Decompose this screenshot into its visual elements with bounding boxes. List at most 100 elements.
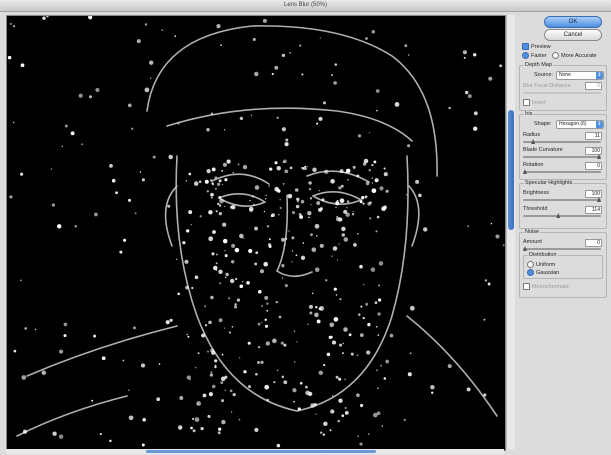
uniform-radio[interactable]: Uniform xyxy=(527,261,555,268)
highlight-speck xyxy=(223,129,226,131)
preview-checkbox[interactable]: Preview xyxy=(522,43,551,50)
preview-canvas[interactable] xyxy=(6,15,506,451)
highlight-speck xyxy=(300,199,305,204)
blade-curvature-field[interactable]: 100 xyxy=(585,147,602,155)
highlight-speck xyxy=(333,317,339,322)
shape-select[interactable]: Hexagon (6) ⇕ xyxy=(556,120,604,129)
highlight-speck xyxy=(21,375,27,380)
highlight-speck xyxy=(369,217,372,220)
highlight-speck xyxy=(223,327,225,329)
left-brow xyxy=(211,173,270,185)
highlight-speck xyxy=(215,262,218,265)
blade-curvature-slider[interactable] xyxy=(523,154,601,159)
radius-slider-knob[interactable] xyxy=(531,139,536,144)
highlight-speck xyxy=(200,427,204,431)
highlight-speck xyxy=(357,435,359,437)
highlight-speck xyxy=(276,443,281,448)
highlight-speck xyxy=(210,371,213,374)
highlight-speck xyxy=(281,375,285,379)
highlight-speck xyxy=(276,369,279,372)
amount-slider[interactable] xyxy=(523,246,601,251)
more-accurate-radio[interactable]: More Accurate xyxy=(552,52,597,59)
highlight-speck xyxy=(336,199,339,202)
highlight-speck xyxy=(319,306,324,311)
highlight-speck xyxy=(362,202,365,205)
ok-button[interactable]: OK xyxy=(544,16,602,28)
source-select[interactable]: None ⇕ xyxy=(556,71,604,80)
highlight-speck xyxy=(344,406,347,410)
highlight-speck xyxy=(161,29,164,31)
highlight-speck xyxy=(204,305,207,308)
highlight-speck xyxy=(488,76,493,81)
highlight-speck xyxy=(288,230,290,232)
highlight-speck xyxy=(335,206,337,209)
highlight-speck xyxy=(213,265,218,271)
highlight-speck xyxy=(194,275,199,280)
highlight-speck xyxy=(356,354,359,357)
amount-field[interactable]: 0 xyxy=(585,239,602,247)
highlight-speck xyxy=(335,375,339,379)
blur-focal-distance-slider[interactable] xyxy=(523,92,601,94)
rotation-slider-knob[interactable] xyxy=(523,169,527,174)
highlight-speck xyxy=(339,169,344,174)
highlight-speck xyxy=(140,363,146,368)
highlight-speck xyxy=(314,312,319,318)
highlight-speck xyxy=(255,251,259,255)
highlight-speck xyxy=(309,304,313,309)
threshold-slider[interactable] xyxy=(523,213,601,218)
threshold-slider-knob[interactable] xyxy=(556,213,561,218)
highlight-speck xyxy=(366,350,371,355)
highlight-speck xyxy=(483,393,487,397)
highlight-speck xyxy=(264,295,269,300)
brightness-slider[interactable] xyxy=(523,197,601,202)
highlight-speck xyxy=(167,204,171,208)
monochromatic-checkbox[interactable]: Monochromatic xyxy=(523,283,570,290)
highlight-speck xyxy=(257,361,260,364)
highlight-speck xyxy=(287,193,293,199)
highlight-speck xyxy=(297,407,301,411)
highlight-speck xyxy=(374,301,378,305)
invert-checkbox[interactable]: Invert xyxy=(523,99,546,106)
highlight-speck xyxy=(314,223,320,229)
highlight-speck xyxy=(230,278,235,284)
highlight-speck xyxy=(7,55,12,60)
highlight-speck xyxy=(208,236,214,242)
highlight-speck xyxy=(499,64,503,68)
amount-slider-knob[interactable] xyxy=(523,246,527,251)
highlight-speck xyxy=(305,385,308,389)
blur-focal-distance-field[interactable]: 0 xyxy=(585,82,602,90)
highlight-speck xyxy=(254,71,259,77)
noise-group: Noise Amount 0 Distribution Uniform Gaus… xyxy=(519,229,607,298)
radius-field[interactable]: 11 xyxy=(585,132,602,140)
highlight-speck xyxy=(277,189,281,193)
highlight-speck xyxy=(375,230,378,233)
lens-blur-dialog: Lens Blur (50%) OK Cancel Preview Faster… xyxy=(0,0,611,455)
highlight-speck xyxy=(283,244,286,247)
highlight-speck xyxy=(219,282,222,285)
threshold-field[interactable]: 114 xyxy=(585,206,602,214)
highlight-speck xyxy=(74,225,77,228)
radius-slider[interactable] xyxy=(523,139,601,144)
vertical-scroll-thumb[interactable] xyxy=(508,110,514,230)
faster-radio[interactable]: Faster xyxy=(522,52,547,59)
gaussian-radio[interactable]: Gaussian xyxy=(527,269,559,276)
highlight-speck xyxy=(304,165,307,168)
horizontal-scroll-thumb[interactable] xyxy=(146,450,376,453)
right-ear xyxy=(408,185,420,247)
highlight-speck xyxy=(484,279,488,282)
highlight-speck xyxy=(389,333,394,338)
brightness-field[interactable]: 100 xyxy=(585,190,602,198)
highlight-speck xyxy=(257,345,261,349)
cancel-button[interactable]: Cancel xyxy=(544,29,602,41)
highlight-speck xyxy=(101,356,106,361)
vertical-scrollbar[interactable] xyxy=(506,15,515,449)
window-title: Lens Blur (50%) xyxy=(0,0,611,12)
highlight-speck xyxy=(299,381,303,385)
highlight-speck xyxy=(376,411,381,416)
horizontal-scrollbar[interactable] xyxy=(6,449,504,454)
highlight-speck xyxy=(408,54,410,56)
highlight-speck xyxy=(194,366,197,369)
rotation-field[interactable]: 0 xyxy=(585,162,602,170)
rotation-slider[interactable] xyxy=(523,169,601,174)
highlight-speck xyxy=(405,194,408,196)
